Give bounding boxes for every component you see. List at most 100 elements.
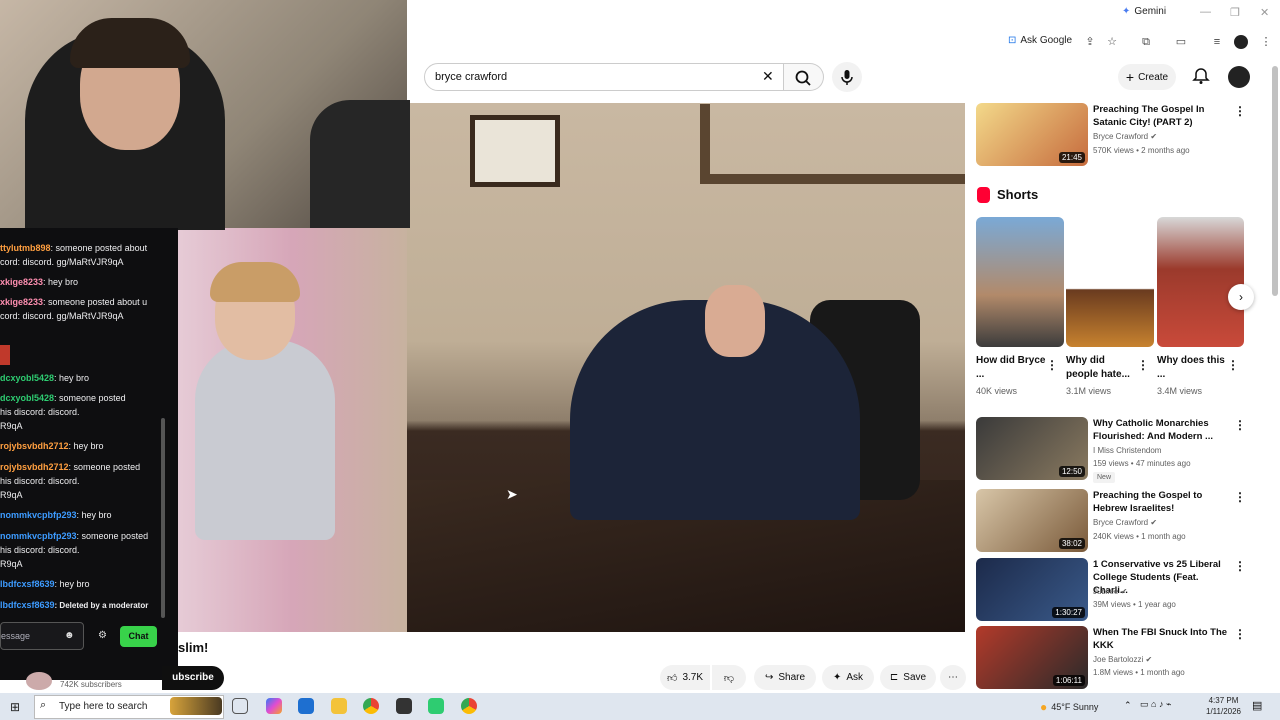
chat-username[interactable]: nommkvcpbfp293 xyxy=(0,510,77,520)
chat-username[interactable]: nommkvcpbfp293 xyxy=(0,531,77,541)
chat-username[interactable]: xkige8233 xyxy=(0,277,43,287)
voice-search-button[interactable] xyxy=(832,62,862,92)
weather-widget[interactable]: ● 45°F Sunny xyxy=(1040,700,1098,714)
page-scrollbar[interactable] xyxy=(1272,66,1278,296)
share-button[interactable]: ↪ Share xyxy=(754,665,816,690)
rec-menu-icon[interactable]: ⋮ xyxy=(1234,627,1246,641)
rec-menu-icon[interactable]: ⋮ xyxy=(1234,490,1246,504)
clear-search-icon[interactable]: ✕ xyxy=(762,68,774,85)
rec-title[interactable]: Why Catholic Monarchies Flourished: And … xyxy=(1093,417,1228,443)
windows-start-icon[interactable]: ⊞ xyxy=(10,700,20,714)
subscribe-button[interactable]: ubscribe xyxy=(162,666,224,690)
chat-message: cord: discord. gg/MaRtVJR9qA xyxy=(0,309,160,323)
tab-search-icon[interactable]: ▭ xyxy=(1173,34,1189,50)
rec-meta: 39M views • 1 year ago xyxy=(1093,600,1176,609)
outlook-icon[interactable] xyxy=(298,698,314,714)
install-icon[interactable]: ⇪ xyxy=(1082,34,1098,50)
chat-settings-gear-icon[interactable]: ⚙ xyxy=(98,630,107,641)
chat-username[interactable]: xkige8233 xyxy=(0,297,43,307)
app-icon[interactable] xyxy=(396,698,412,714)
rec-title[interactable]: Preaching the Gospel to Hebrew Israelite… xyxy=(1093,489,1228,515)
emoji-icon[interactable]: ☻ xyxy=(64,630,75,641)
save-button[interactable]: ⊏ Save xyxy=(880,665,936,690)
rec-channel[interactable]: Bryce Crawford ✔ xyxy=(1093,518,1157,527)
video-duration: 1:06:11 xyxy=(1052,675,1085,686)
short-thumbnail[interactable] xyxy=(976,217,1064,347)
minimize-icon[interactable]: — xyxy=(1200,6,1211,18)
profile-icon[interactable] xyxy=(1234,35,1248,49)
short-title[interactable]: How did Bryce ... xyxy=(976,354,1046,382)
search-button[interactable] xyxy=(784,63,824,91)
like-button[interactable]: 👍︎ 3.7K xyxy=(660,665,710,690)
rec-channel[interactable]: Jubilee ✔ xyxy=(1093,587,1127,596)
chat-message: R9qA xyxy=(0,488,160,502)
channel-avatar[interactable] xyxy=(26,672,52,690)
task-view-icon[interactable] xyxy=(232,698,248,714)
rec-thumbnail[interactable]: 21:45 xyxy=(976,103,1088,166)
rec-thumbnail[interactable]: 12:50 xyxy=(976,417,1088,480)
chrome-icon[interactable] xyxy=(363,698,379,714)
chat-username[interactable]: dcxyobl5428 xyxy=(0,373,54,383)
restore-icon[interactable]: ❐ xyxy=(1230,6,1240,19)
notifications-button[interactable] xyxy=(1192,67,1210,90)
chat-username[interactable]: dcxyobl5428 xyxy=(0,393,54,403)
short-menu-icon[interactable]: ⋮ xyxy=(1137,358,1149,372)
browser-menu-icon[interactable]: ⋮ xyxy=(1258,34,1274,50)
rec-thumbnail[interactable]: 1:30:27 xyxy=(976,558,1088,621)
close-window-icon[interactable]: ✕ xyxy=(1260,6,1269,19)
chrome-icon[interactable] xyxy=(461,698,477,714)
extensions-icon[interactable]: ⧉ xyxy=(1138,34,1154,50)
chat-message-text: cord: discord. gg/MaRtVJR9qA xyxy=(0,311,124,321)
notification-center-icon[interactable]: ▤ xyxy=(1252,699,1262,712)
media-control-icon[interactable]: ≡ xyxy=(1209,34,1225,50)
chat-message-text: : someone posted xyxy=(76,531,149,541)
dislike-button[interactable]: 👎︎ xyxy=(712,665,746,690)
search-icon: ⌕ xyxy=(40,699,47,711)
account-avatar[interactable] xyxy=(1228,66,1250,88)
rec-meta: 570K views • 2 months ago xyxy=(1093,146,1190,155)
chat-username[interactable]: rojybsvbdh2712 xyxy=(0,441,69,451)
short-title[interactable]: Why did people hate... xyxy=(1066,354,1136,382)
app-icon[interactable] xyxy=(428,698,444,714)
thumbs-up-icon: 👍︎ xyxy=(666,672,678,684)
gemini-button[interactable]: ✦ Gemini xyxy=(1122,6,1166,17)
system-tray-icons[interactable]: ▭ ⌂ ♪ ⌁ xyxy=(1140,699,1171,710)
short-menu-icon[interactable]: ⋮ xyxy=(1046,358,1058,372)
rec-channel[interactable]: I Miss Christendom xyxy=(1093,446,1161,455)
chat-scrollbar[interactable] xyxy=(161,418,165,618)
rec-menu-icon[interactable]: ⋮ xyxy=(1234,104,1246,118)
gemini-label: Gemini xyxy=(1134,6,1167,17)
rec-thumbnail[interactable]: 38:02 xyxy=(976,489,1088,552)
search-input[interactable]: bryce crawford xyxy=(424,63,784,91)
copilot-icon[interactable] xyxy=(266,698,282,714)
rec-menu-icon[interactable]: ⋮ xyxy=(1234,559,1246,573)
short-title[interactable]: Why does this ... xyxy=(1157,354,1227,382)
rec-channel[interactable]: Joe Bartolozzi ✔ xyxy=(1093,655,1152,664)
short-thumbnail[interactable] xyxy=(1066,217,1154,347)
more-actions-button[interactable]: ⋯ xyxy=(940,665,966,690)
short-menu-icon[interactable]: ⋮ xyxy=(1227,358,1239,372)
short-thumbnail[interactable] xyxy=(1157,217,1244,347)
chat-username[interactable]: lbdfcxsf8639 xyxy=(0,600,55,610)
like-count: 3.7K xyxy=(682,672,704,683)
chat-username[interactable]: ttylutmb898 xyxy=(0,243,51,253)
bookmark-star-icon[interactable]: ☆ xyxy=(1104,34,1120,50)
shorts-next-button[interactable]: › xyxy=(1228,284,1254,310)
chat-message-text: his discord: discord. xyxy=(0,545,80,555)
rec-menu-icon[interactable]: ⋮ xyxy=(1234,418,1246,432)
create-button[interactable]: + Create xyxy=(1118,64,1176,90)
chat-username[interactable]: lbdfcxsf8639 xyxy=(0,579,55,589)
rec-thumbnail[interactable]: 1:06:11 xyxy=(976,626,1088,689)
file-explorer-icon[interactable] xyxy=(331,698,347,714)
rec-channel-name: Bryce Crawford xyxy=(1093,518,1149,527)
rec-channel[interactable]: Bryce Crawford ✔ xyxy=(1093,132,1157,141)
ask-button[interactable]: ✦ Ask xyxy=(822,665,874,690)
chat-username[interactable]: rojybsvbdh2712 xyxy=(0,462,69,472)
rec-title[interactable]: When The FBI Snuck Into The KKK xyxy=(1093,626,1228,652)
chat-send-button[interactable]: Chat xyxy=(120,626,157,647)
taskbar-clock[interactable]: 4:37 PM 1/11/2026 xyxy=(1206,695,1241,717)
ask-google-button[interactable]: ⊡ Ask Google xyxy=(1008,35,1072,46)
bookmark-icon: ⊏ xyxy=(889,672,899,683)
chevron-up-icon[interactable]: ⌃ xyxy=(1124,700,1132,711)
rec-title[interactable]: Preaching The Gospel In Satanic City! (P… xyxy=(1093,103,1228,129)
